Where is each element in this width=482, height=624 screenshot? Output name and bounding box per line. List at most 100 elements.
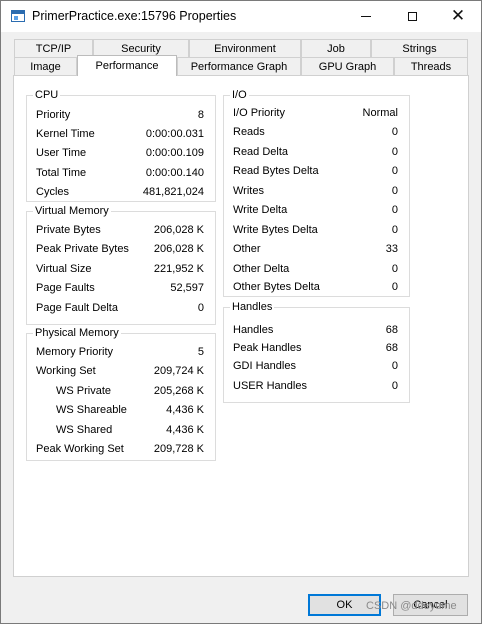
close-button[interactable]: ✕ xyxy=(435,1,481,32)
tab-gpu-graph[interactable]: GPU Graph xyxy=(301,57,394,75)
pm-row-working-set: Working Set 209,724 K xyxy=(27,364,215,378)
row-value: 0 xyxy=(391,263,398,275)
tab-threads[interactable]: Threads xyxy=(394,57,468,75)
row-label: Private Bytes xyxy=(36,224,101,236)
handles-group-title: Handles xyxy=(230,301,275,313)
io-group-title: I/O xyxy=(230,89,249,101)
minimize-icon xyxy=(361,15,371,17)
row-value: Normal xyxy=(362,107,398,119)
tab-performance-graph[interactable]: Performance Graph xyxy=(177,57,301,75)
row-label: Kernel Time xyxy=(36,128,95,140)
row-value: 0:00:00.109 xyxy=(145,147,204,159)
cpu-group: CPU Priority 8 Kernel Time 0:00:00.031 Use… xyxy=(26,89,216,202)
cpu-row-priority: Priority 8 xyxy=(27,108,215,122)
watermark-text: CSDN @ddeyume xyxy=(366,600,457,612)
vm-row-page-fault-delta: Page Fault Delta 0 xyxy=(27,301,215,315)
io-row-write-bytes-delta: Write Bytes Delta 0 xyxy=(224,223,409,237)
row-value: 68 xyxy=(385,324,398,336)
row-value: 4,436 K xyxy=(166,424,204,436)
row-value: 0 xyxy=(391,380,398,392)
io-row-other-delta: Other Delta 0 xyxy=(224,262,409,276)
handles-row-user-handles: USER Handles 0 xyxy=(224,379,409,393)
io-row-other-bytes-delta: Other Bytes Delta 0 xyxy=(224,280,409,294)
pm-row-ws-shared: WS Shared 4,436 K xyxy=(27,423,215,437)
row-value: 0:00:00.031 xyxy=(145,128,204,140)
row-label: WS Shareable xyxy=(56,404,127,416)
minimize-button[interactable] xyxy=(343,1,389,32)
pm-row-ws-shareable: WS Shareable 4,436 K xyxy=(27,403,215,417)
row-label: Priority xyxy=(36,109,71,121)
vm-row-private-bytes: Private Bytes 206,028 K xyxy=(27,223,215,237)
row-value: 0 xyxy=(391,146,398,158)
performance-panel: CPU Priority 8 Kernel Time 0:00:00.031 Use… xyxy=(13,75,469,577)
io-row-write-delta: Write Delta 0 xyxy=(224,203,409,217)
row-value: 0 xyxy=(391,185,398,197)
virtual-memory-group: Virtual Memory Private Bytes 206,028 K Pe… xyxy=(26,205,216,325)
row-value: 205,268 K xyxy=(153,385,204,397)
row-value: 52,597 xyxy=(170,282,204,294)
handles-row-gdi-handles: GDI Handles 0 xyxy=(224,359,409,373)
title-bar[interactable]: PrimerPractice.exe:15796 Properties ✕ xyxy=(1,1,481,32)
row-label: Write Delta xyxy=(233,204,288,216)
row-value: 33 xyxy=(385,243,398,255)
cpu-row-user-time: User Time 0:00:00.109 xyxy=(27,146,215,160)
io-group: I/O I/O Priority Normal Reads 0 Read Delta… xyxy=(223,89,410,297)
physical-memory-group: Physical Memory Memory Priority 5 Working… xyxy=(26,327,216,461)
row-label: Read Bytes Delta xyxy=(233,165,319,177)
io-row-priority: I/O Priority Normal xyxy=(224,106,409,120)
cpu-row-kernel-time: Kernel Time 0:00:00.031 xyxy=(27,127,215,141)
row-label: WS Private xyxy=(56,385,112,397)
row-label: Working Set xyxy=(36,365,96,377)
window-title: PrimerPractice.exe:15796 Properties xyxy=(32,9,237,23)
row-label: Memory Priority xyxy=(36,346,114,358)
row-label: Peak Handles xyxy=(233,342,302,354)
row-label: Virtual Size xyxy=(36,263,92,275)
row-label: WS Shared xyxy=(56,424,113,436)
row-value: 4,436 K xyxy=(166,404,204,416)
row-label: Cycles xyxy=(36,186,70,198)
vm-row-page-faults: Page Faults 52,597 xyxy=(27,281,215,295)
row-label: Write Bytes Delta xyxy=(233,224,318,236)
row-label: Reads xyxy=(233,126,265,138)
maximize-icon xyxy=(407,11,417,21)
window-app-icon xyxy=(11,10,25,22)
close-icon: ✕ xyxy=(450,6,466,25)
row-label: Total Time xyxy=(36,167,87,179)
row-value: 0 xyxy=(391,165,398,177)
io-row-other: Other 33 xyxy=(224,242,409,256)
tab-strings[interactable]: Strings xyxy=(371,39,468,57)
row-label: Other Delta xyxy=(233,263,290,275)
row-value: 221,952 K xyxy=(153,263,204,275)
tab-performance[interactable]: Performance xyxy=(77,55,177,76)
row-label: USER Handles xyxy=(233,380,307,392)
row-value: 206,028 K xyxy=(153,224,204,236)
handles-group: Handles Handles 68 Peak Handles 68 GDI Han… xyxy=(223,301,410,403)
tab-image[interactable]: Image xyxy=(14,57,77,75)
io-row-reads: Reads 0 xyxy=(224,125,409,139)
virtual-memory-group-title: Virtual Memory xyxy=(33,205,111,217)
row-value: 209,728 K xyxy=(153,443,204,455)
maximize-button[interactable] xyxy=(389,1,435,32)
row-value: 206,028 K xyxy=(153,243,204,255)
tab-environment[interactable]: Environment xyxy=(189,39,301,57)
row-label: Peak Working Set xyxy=(36,443,124,455)
handles-row-peak-handles: Peak Handles 68 xyxy=(224,341,409,355)
vm-row-peak-private-bytes: Peak Private Bytes 206,028 K xyxy=(27,242,215,256)
row-value: 0 xyxy=(197,302,204,314)
io-row-read-bytes-delta: Read Bytes Delta 0 xyxy=(224,164,409,178)
row-value: 0 xyxy=(391,204,398,216)
row-label: GDI Handles xyxy=(233,360,296,372)
io-row-writes: Writes 0 xyxy=(224,184,409,198)
properties-window: PrimerPractice.exe:15796 Properties ✕ TC… xyxy=(0,0,482,624)
tab-job[interactable]: Job xyxy=(301,39,371,57)
row-label: Read Delta xyxy=(233,146,289,158)
row-label: Peak Private Bytes xyxy=(36,243,129,255)
row-value: 0 xyxy=(391,360,398,372)
io-row-read-delta: Read Delta 0 xyxy=(224,145,409,159)
row-value: 0 xyxy=(391,224,398,236)
vm-row-virtual-size: Virtual Size 221,952 K xyxy=(27,262,215,276)
pm-row-memory-priority: Memory Priority 5 xyxy=(27,345,215,359)
pm-row-ws-private: WS Private 205,268 K xyxy=(27,384,215,398)
pm-row-peak-working-set: Peak Working Set 209,728 K xyxy=(27,442,215,456)
row-label: Writes xyxy=(233,185,264,197)
